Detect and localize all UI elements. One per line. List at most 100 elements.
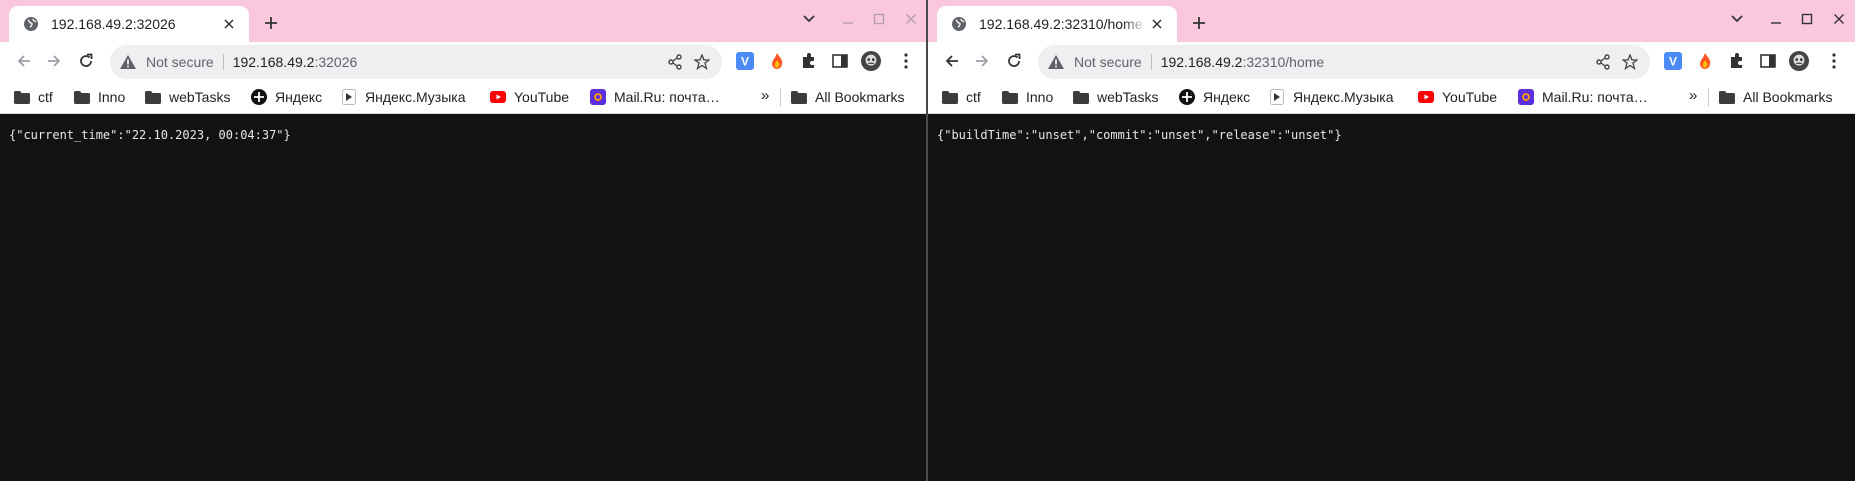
close-tab-icon[interactable] (219, 14, 239, 34)
bookmark-label: Inno (1026, 89, 1054, 105)
bookmark-yandex[interactable]: Яндекс (251, 87, 322, 107)
folder-icon (1719, 89, 1735, 105)
svg-text:V: V (1669, 55, 1677, 69)
more-bookmarks-button[interactable]: » (1689, 87, 1697, 104)
bookmark-youtube[interactable]: YouTube (1418, 87, 1497, 107)
bookmark-webtasks[interactable]: webTasks (1073, 87, 1158, 107)
all-bookmarks-folder[interactable]: All Bookmarks (791, 87, 904, 107)
extension-v-icon[interactable]: V (735, 51, 755, 71)
json-response: {"buildTime":"unset","commit":"unset","r… (937, 128, 1342, 142)
omnibox-divider (1150, 54, 1152, 70)
warning-icon[interactable] (1047, 53, 1065, 71)
url-text[interactable]: 192.168.49.2:32310/home (1161, 54, 1324, 70)
tab-title: 192.168.49.2:32310/home (979, 16, 1143, 32)
bookmarks-divider (780, 88, 781, 106)
minimize-icon[interactable] (837, 8, 859, 30)
bookmark-label: ctf (38, 89, 53, 105)
reload-icon[interactable] (74, 49, 98, 73)
all-bookmarks-label: All Bookmarks (1743, 89, 1833, 105)
extension-v-icon[interactable]: V (1663, 51, 1683, 71)
puzzle-icon[interactable] (1727, 51, 1747, 71)
side-panel-icon[interactable] (830, 51, 850, 71)
browser-window-right: 192.168.49.2:32310/home Not secure 192.1… (928, 0, 1855, 481)
bookmark-label: YouTube (514, 89, 570, 105)
bookmark-label: Яндекс.Музыка (365, 89, 466, 105)
bookmark-yandex-music[interactable]: Яндекс.Музыка (1269, 87, 1394, 107)
page-content: {"current_time":"22.10.2023, 00:04:37"} (0, 114, 926, 481)
bookmark-label: webTasks (1097, 89, 1159, 105)
address-bar[interactable]: Not secure 192.168.49.2:32310/home (1038, 45, 1650, 79)
forward-icon[interactable] (42, 49, 66, 73)
flame-extension-icon[interactable] (1695, 51, 1715, 71)
bookmark-label: YouTube (1442, 89, 1498, 105)
tab-search-icon[interactable] (798, 8, 820, 30)
svg-text:V: V (741, 55, 749, 69)
active-tab[interactable]: 192.168.49.2:32310/home (937, 6, 1177, 42)
globe-icon (951, 16, 967, 32)
back-icon[interactable] (12, 49, 36, 73)
new-tab-button[interactable] (1187, 11, 1211, 35)
security-label[interactable]: Not secure (146, 54, 214, 70)
yandex-icon (1179, 89, 1195, 105)
bookmarks-bar: ctf Inno webTasks Яндекс Яндекс.Музыка Y… (0, 80, 926, 114)
url-text[interactable]: 192.168.49.2:32026 (233, 54, 358, 70)
bookmark-yandex-music[interactable]: Яндекс.Музыка (341, 87, 466, 107)
tab-search-icon[interactable] (1726, 8, 1748, 30)
bookmark-label: webTasks (169, 89, 231, 105)
menu-kebab-icon[interactable] (1824, 51, 1844, 71)
bookmark-mailru[interactable]: Mail.Ru: почта… (1518, 87, 1648, 107)
forward-icon[interactable] (970, 49, 994, 73)
close-window-icon[interactable] (1828, 8, 1850, 30)
json-response: {"current_time":"22.10.2023, 00:04:37"} (9, 128, 291, 142)
side-panel-icon[interactable] (1758, 51, 1778, 71)
profile-avatar-icon[interactable] (861, 51, 881, 71)
active-tab[interactable]: 192.168.49.2:32026 (9, 6, 249, 42)
back-icon[interactable] (940, 49, 964, 73)
bookmark-inno[interactable]: Inno (74, 87, 125, 107)
bookmark-yandex[interactable]: Яндекс (1179, 87, 1250, 107)
bookmark-label: Mail.Ru: почта… (1542, 89, 1648, 105)
bookmark-youtube[interactable]: YouTube (490, 87, 569, 107)
puzzle-icon[interactable] (799, 51, 819, 71)
more-bookmarks-button[interactable]: » (761, 87, 769, 104)
bookmark-inno[interactable]: Inno (1002, 87, 1053, 107)
security-label[interactable]: Not secure (1074, 54, 1142, 70)
menu-kebab-icon[interactable] (896, 51, 916, 71)
bookmark-label: ctf (966, 89, 981, 105)
bookmark-label: Яндекс (275, 89, 323, 105)
folder-icon (145, 89, 161, 105)
maximize-icon[interactable] (868, 8, 890, 30)
bookmarks-bar: ctf Inno webTasks Яндекс Яндекс.Музыка Y… (928, 80, 1855, 114)
bookmark-mailru[interactable]: Mail.Ru: почта… (590, 87, 720, 107)
new-tab-button[interactable] (259, 11, 283, 35)
minimize-icon[interactable] (1765, 8, 1787, 30)
bookmark-label: Mail.Ru: почта… (614, 89, 720, 105)
all-bookmarks-label: All Bookmarks (815, 89, 905, 105)
star-icon[interactable] (693, 53, 711, 71)
close-window-icon[interactable] (900, 8, 922, 30)
reload-icon[interactable] (1002, 49, 1026, 73)
bookmark-webtasks[interactable]: webTasks (145, 87, 230, 107)
url-rest: :32026 (314, 54, 358, 70)
share-icon[interactable] (1594, 53, 1612, 71)
folder-icon (1073, 89, 1089, 105)
folder-icon (74, 89, 90, 105)
all-bookmarks-folder[interactable]: All Bookmarks (1719, 87, 1832, 107)
close-tab-icon[interactable] (1147, 14, 1167, 34)
yandex-icon (251, 89, 267, 105)
play-icon (341, 89, 357, 105)
tab-strip: 192.168.49.2:32026 (0, 0, 926, 42)
share-icon[interactable] (666, 53, 684, 71)
maximize-icon[interactable] (1796, 8, 1818, 30)
address-bar[interactable]: Not secure 192.168.49.2:32026 (110, 45, 722, 79)
warning-icon[interactable] (119, 53, 137, 71)
tab-title: 192.168.49.2:32026 (51, 16, 176, 32)
star-icon[interactable] (1621, 53, 1639, 71)
bookmark-ctf[interactable]: ctf (14, 87, 53, 107)
bookmark-label: Яндекс.Музыка (1293, 89, 1394, 105)
bookmark-ctf[interactable]: ctf (942, 87, 981, 107)
profile-avatar-icon[interactable] (1789, 51, 1809, 71)
flame-extension-icon[interactable] (767, 51, 787, 71)
folder-icon (14, 89, 30, 105)
url-rest: :32310/home (1242, 54, 1325, 70)
